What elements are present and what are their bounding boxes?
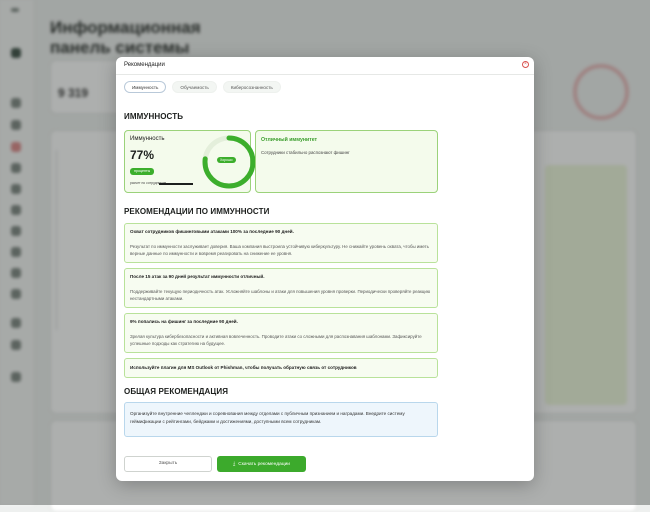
download-icon: ⤓	[233, 461, 236, 467]
tab-bar: Иммунность Обучаемость Киберосознанность	[124, 81, 281, 93]
recommendation-body: Результат по иммунности заслуживает дове…	[130, 244, 429, 257]
tab-immunity[interactable]: Иммунность	[124, 81, 167, 93]
recommendation-title: После 15 атак за 90 дней результат иммун…	[130, 274, 265, 279]
download-button[interactable]: ⤓ Скачать рекомендации	[217, 456, 306, 472]
download-button-label: Скачать рекомендации	[238, 462, 290, 467]
general-heading: ОБЩАЯ РЕКОМЕНДАЦИЯ	[124, 387, 229, 396]
rating-badge: Хорошо	[217, 157, 236, 163]
general-recommendation-card: Организуйте внутренние челленджи и сорев…	[124, 402, 438, 437]
immunity-value: 77%	[130, 148, 155, 162]
modal-title: Рекомендации	[124, 62, 165, 68]
immunity-label: Иммунность	[130, 136, 165, 142]
close-button[interactable]: Закрыть	[124, 456, 212, 472]
note-redaction-bar	[159, 182, 193, 185]
recommendation-card: 9% попались на фишинг за последние 90 дн…	[124, 313, 438, 353]
excellent-description: Сотрудники стабильно распознают фишинг	[261, 150, 350, 155]
recommendation-body: Поддерживайте текущую периодичность атак…	[130, 289, 431, 302]
modal-header: Рекомендации ×	[116, 57, 534, 75]
recommendation-card: Используйте плагин для MS Outlook от Phi…	[124, 358, 438, 378]
recommendation-card: После 15 атак за 90 дней результат иммун…	[124, 268, 438, 308]
recommendations-modal: Рекомендации × Иммунность Обучаемость Ки…	[116, 57, 534, 481]
recommendation-card: Охват сотрудников фишинговыми атаками 10…	[124, 223, 438, 263]
tab-learnability[interactable]: Обучаемость	[172, 81, 217, 93]
immunity-heading: ИММУННОСТЬ	[124, 112, 184, 121]
recommendation-title: Охват сотрудников фишинговыми атаками 10…	[130, 229, 294, 234]
recommendation-title: Используйте плагин для MS Outlook от Phi…	[130, 365, 357, 370]
immunity-card: Иммунность 77% проценты расчет по сотруд…	[124, 130, 256, 193]
recommendation-title: 9% попались на фишинг за последние 90 дн…	[130, 319, 238, 324]
unit-badge: проценты	[130, 168, 155, 175]
general-recommendation-text: Организуйте внутренние челленджи и сорев…	[130, 411, 405, 424]
tab-cyber-awareness[interactable]: Киберосознанность	[222, 81, 281, 93]
recommendation-body: Зрелая культура кибербезопасности и акти…	[130, 334, 422, 347]
close-icon[interactable]: ×	[522, 61, 529, 68]
excellent-immunity-card: Отличный иммунитет Сотрудники стабильно …	[255, 130, 438, 193]
recommendations-heading: РЕКОМЕНДАЦИИ ПО ИММУННОСТИ	[124, 207, 270, 216]
excellent-title: Отличный иммунитет	[261, 137, 318, 143]
